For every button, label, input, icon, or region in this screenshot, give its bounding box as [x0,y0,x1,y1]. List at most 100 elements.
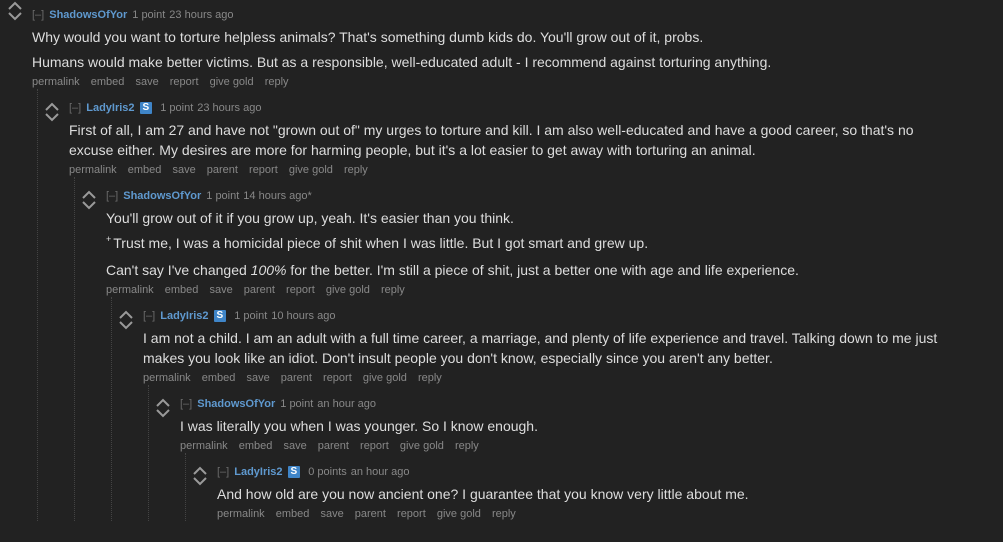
author-link[interactable]: LadyIris2 [234,465,282,479]
comment-time: an hour ago [350,466,410,478]
permalink-button[interactable]: permalink [32,76,80,88]
comment-paragraph: You'll grow out of it if you grow up, ye… [106,210,514,226]
embed-button[interactable]: embed [276,508,310,520]
embed-button[interactable]: embed [128,164,162,176]
permalink-button[interactable]: permalink [217,508,265,520]
comment: [–] ShadowsOfYor 1 point 14 hours ago * … [74,177,1003,521]
downvote-arrow-icon[interactable] [7,11,23,22]
author-link[interactable]: LadyIris2 [86,101,134,115]
give-gold-button[interactable]: give gold [437,508,481,520]
comment-time: 23 hours ago [169,9,234,21]
downvote-arrow-icon[interactable] [192,476,208,487]
comment-actions: permalink embed save parent report give … [69,163,1003,177]
reply-button[interactable]: reply [418,372,442,384]
parent-button[interactable]: parent [355,508,386,520]
author-link[interactable]: ShadowsOfYor [49,8,127,22]
reply-button[interactable]: reply [455,440,479,452]
collapse-toggle[interactable]: [–] [143,309,155,323]
comment-time: 14 hours ago [243,190,308,202]
embed-button[interactable]: embed [239,440,273,452]
comment-text-part: Can't say I've changed [106,262,251,278]
upvote-arrow-icon[interactable] [7,0,23,11]
report-button[interactable]: report [397,508,426,520]
parent-button[interactable]: parent [244,284,275,296]
collapse-toggle[interactable]: [–] [69,101,81,115]
reply-button[interactable]: reply [265,76,289,88]
comment-text-part: for the better. I'm still a piece of shi… [286,262,799,278]
superscript-marker: + [106,234,112,244]
upvote-arrow-icon[interactable] [155,397,171,408]
save-button[interactable]: save [320,508,343,520]
upvote-arrow-icon[interactable] [118,309,134,320]
comment-score: 1 point [280,398,314,410]
upvote-arrow-icon[interactable] [44,101,60,112]
collapse-toggle[interactable]: [–] [106,189,118,203]
downvote-arrow-icon[interactable] [118,320,134,331]
author-link[interactable]: ShadowsOfYor [123,189,201,203]
vote-column [117,309,135,331]
report-button[interactable]: report [170,76,199,88]
collapse-toggle[interactable]: [–] [32,8,44,22]
comment-text: You'll grow out of it if you grow up, ye… [106,208,1003,280]
permalink-button[interactable]: permalink [143,372,191,384]
give-gold-button[interactable]: give gold [326,284,370,296]
downvote-arrow-icon[interactable] [155,408,171,419]
comment-actions: permalink embed save parent report give … [143,371,1003,385]
comment: [–] LadyIris2 S 0 points an hour ago And… [185,453,1003,521]
comment-paragraph: Can't say I've changed 100% for the bett… [106,260,1003,280]
comment-text: First of all, I am 27 and have not "grow… [69,120,929,160]
author-link[interactable]: LadyIris2 [160,309,208,323]
report-button[interactable]: report [249,164,278,176]
save-button[interactable]: save [246,372,269,384]
reply-button[interactable]: reply [344,164,368,176]
collapse-toggle[interactable]: [–] [217,465,229,479]
downvote-arrow-icon[interactable] [44,112,60,123]
save-button[interactable]: save [283,440,306,452]
give-gold-button[interactable]: give gold [363,372,407,384]
parent-button[interactable]: parent [207,164,238,176]
upvote-arrow-icon[interactable] [81,189,97,200]
comment-paragraph: I am not a child. I am an adult with a f… [143,330,938,366]
save-button[interactable]: save [135,76,158,88]
permalink-button[interactable]: permalink [180,440,228,452]
report-button[interactable]: report [323,372,352,384]
collapse-toggle[interactable]: [–] [180,397,192,411]
comment-tagline: [–] ShadowsOfYor 1 point an hour ago [180,397,1003,411]
give-gold-button[interactable]: give gold [400,440,444,452]
vote-column [43,101,61,123]
embed-button[interactable]: embed [165,284,199,296]
downvote-arrow-icon[interactable] [81,200,97,211]
report-button[interactable]: report [286,284,315,296]
reply-button[interactable]: reply [381,284,405,296]
vote-column [191,465,209,487]
comment: [–] ShadowsOfYor 1 point 23 hours ago Wh… [6,0,1003,521]
upvote-arrow-icon[interactable] [192,465,208,476]
permalink-button[interactable]: permalink [69,164,117,176]
comment-text: I am not a child. I am an adult with a f… [143,328,953,368]
comment-text: And how old are you now ancient one? I g… [217,484,1003,504]
reply-button[interactable]: reply [492,508,516,520]
comment-tagline: [–] LadyIris2 S 0 points an hour ago [217,465,1003,479]
comment-paragraph: I was literally you when I was younger. … [180,418,538,434]
comment-score: 1 point [206,190,240,202]
comment-actions: permalink embed save report give gold re… [32,75,1003,89]
comment-score: 1 point [160,102,194,114]
give-gold-button[interactable]: give gold [210,76,254,88]
embed-button[interactable]: embed [202,372,236,384]
comment-actions: permalink embed save parent report give … [217,507,1003,521]
author-link[interactable]: ShadowsOfYor [197,397,275,411]
comment-paragraph: And how old are you now ancient one? I g… [217,486,749,502]
comment: [–] ShadowsOfYor 1 point an hour ago I w… [148,385,1003,521]
embed-button[interactable]: embed [91,76,125,88]
comment-paragraph-text: Trust me, I was a homicidal piece of shi… [113,235,649,251]
parent-button[interactable]: parent [318,440,349,452]
permalink-button[interactable]: permalink [106,284,154,296]
edited-marker: * [307,190,312,202]
comment-score: 1 point [234,310,268,322]
report-button[interactable]: report [360,440,389,452]
save-button[interactable]: save [172,164,195,176]
submitter-badge: S [139,102,153,114]
give-gold-button[interactable]: give gold [289,164,333,176]
parent-button[interactable]: parent [281,372,312,384]
save-button[interactable]: save [209,284,232,296]
